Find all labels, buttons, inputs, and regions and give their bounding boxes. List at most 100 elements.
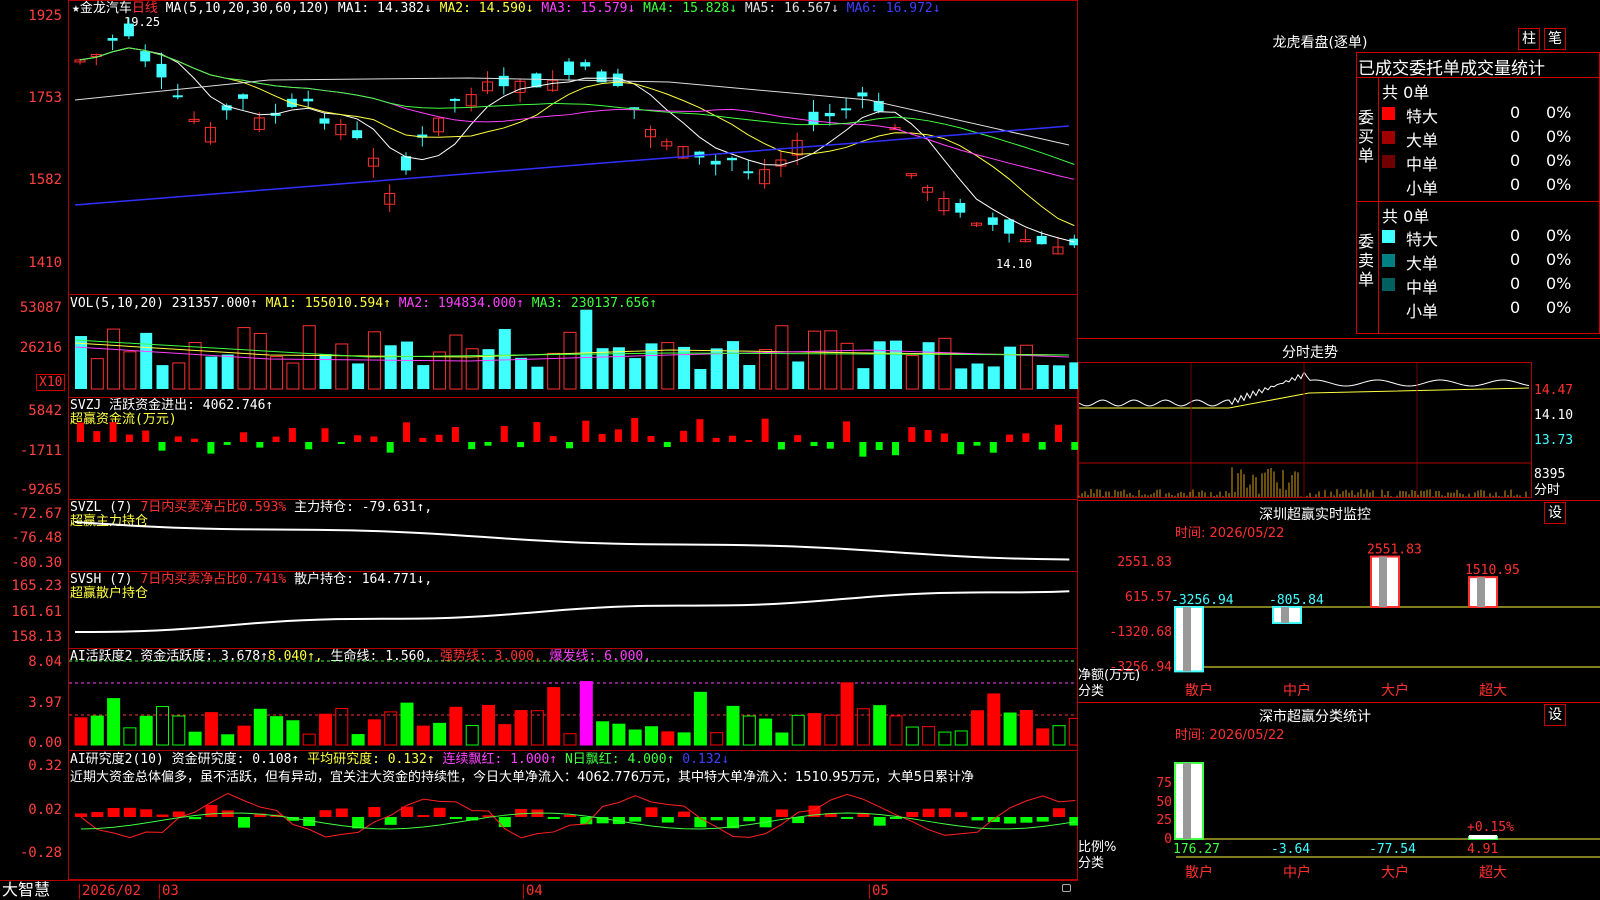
activity-bar — [237, 725, 251, 746]
flow-bar — [109, 422, 117, 442]
activity-bar — [726, 705, 740, 746]
research-bar — [873, 817, 886, 826]
activity-bar — [498, 724, 512, 746]
flow-bar — [321, 428, 329, 442]
buy-row-swatch — [1382, 131, 1395, 144]
intraday-tick: 13.73 — [1534, 433, 1574, 448]
class-y-tick: 25 — [1156, 813, 1172, 828]
x-tick: 03 — [159, 884, 179, 899]
flow-bar — [93, 431, 101, 442]
flow-bar — [826, 442, 834, 449]
sell-row-v: 0 — [1510, 298, 1521, 317]
sz-monitor-chart[interactable]: 2551.83615.57-1320.68-3256.94-3256.94散户-… — [1078, 540, 1600, 700]
activity-bar — [302, 733, 316, 746]
lock-icon[interactable] — [1062, 884, 1071, 892]
activity-bar — [286, 720, 300, 746]
volume-bar — [563, 331, 577, 390]
activity-bar — [367, 719, 381, 746]
flow-bar — [598, 433, 606, 442]
monitor-y-tick: -1320.68 — [1109, 625, 1172, 640]
volume-bar — [237, 327, 251, 390]
research-bar — [107, 807, 120, 817]
volume-bar — [971, 363, 984, 389]
ma6-line — [74, 125, 1070, 206]
volume-bar — [384, 345, 397, 389]
volume-bar — [824, 330, 838, 390]
volume-bar — [172, 362, 186, 390]
y-tick: -9265 — [19, 482, 62, 498]
volume-chart[interactable] — [69, 295, 1082, 397]
flow-bar — [207, 442, 215, 454]
candle-body — [303, 98, 314, 102]
volume-bar — [498, 329, 511, 389]
activity-bar — [612, 723, 626, 746]
activity-bar — [465, 725, 479, 746]
flow-bar — [403, 422, 410, 442]
research-bar — [449, 817, 462, 819]
activity-bar — [319, 713, 332, 746]
candlestick-chart[interactable] — [69, 0, 1080, 294]
activity-bar — [759, 718, 773, 746]
monitor-category: 大户 — [1381, 682, 1409, 699]
volume-bar — [759, 349, 773, 390]
sz-class-settings-button[interactable]: 设 — [1544, 704, 1566, 726]
main-hold-line — [74, 521, 1070, 561]
activity-bar — [449, 706, 463, 746]
flow-bar — [663, 442, 671, 447]
research-bar — [123, 807, 136, 817]
activity-bar — [482, 704, 495, 746]
candle-body — [1036, 235, 1047, 245]
flow-bar — [729, 435, 736, 442]
intraday-chart[interactable] — [1078, 363, 1531, 497]
sz-class-title: 深市超赢分类统计 — [1259, 709, 1371, 725]
research-bar — [987, 817, 1000, 823]
research-bar — [955, 812, 968, 817]
activity-bar — [204, 712, 218, 746]
flow-bar — [696, 419, 704, 442]
buy-row-p: 0% — [1546, 103, 1572, 122]
main-hold-chart[interactable] — [69, 500, 1077, 571]
sz-class-chart[interactable]: 75 50 25 0176.27 散户 -3.64 中户 -77.54 大户 4.91 超大 +0.1… — [1078, 745, 1600, 900]
candle-body — [824, 112, 835, 117]
y-tick: 0.00 — [28, 735, 62, 751]
volume-bar — [302, 325, 316, 390]
volume-bar — [743, 365, 756, 389]
ai-research-chart[interactable] — [69, 751, 1082, 879]
flow-bar — [810, 442, 818, 447]
activity-bar — [938, 731, 952, 746]
volume-bar — [857, 368, 870, 389]
activity-bar — [628, 729, 642, 746]
candle-body — [955, 202, 966, 213]
sell-row-p: 0% — [1546, 274, 1572, 293]
volume-bar — [140, 332, 153, 389]
research-bar — [319, 810, 332, 817]
bar-view-button[interactable]: 柱 — [1518, 28, 1540, 50]
ma3-line — [79, 47, 1075, 180]
y-tick: -72.67 — [11, 506, 62, 522]
y-tick: 0.02 — [28, 802, 62, 818]
dragon-tabs[interactable]: 已成交委托单成交量统计 — [1358, 54, 1598, 79]
activity-bar — [74, 717, 88, 746]
flow-bar — [989, 442, 997, 453]
sz-monitor-settings-button[interactable]: 设 — [1544, 502, 1566, 524]
activity-bar — [922, 726, 936, 746]
y-tick: 1410 — [28, 255, 62, 271]
activity-bar — [791, 714, 805, 746]
fund-flow-chart[interactable] — [69, 398, 1079, 499]
retail-hold-chart[interactable] — [69, 572, 1077, 648]
flow-bar — [908, 427, 916, 442]
sell-row-swatch — [1382, 254, 1395, 267]
intraday-unit[interactable]: 分时 — [1534, 483, 1560, 498]
candle-body — [352, 130, 363, 139]
ma5-line — [74, 77, 1070, 146]
flow-bar — [843, 421, 851, 442]
volume-bar — [107, 328, 121, 390]
tick-view-button[interactable]: 笔 — [1544, 28, 1566, 50]
intraday-title: 分时走势 — [1282, 345, 1338, 361]
sell-row-v: 0 — [1510, 274, 1521, 293]
y-tick: 0.32 — [28, 758, 62, 774]
flow-bar — [158, 442, 166, 451]
ai-activity-chart[interactable] — [69, 649, 1082, 750]
monitor-category: 超大 — [1479, 683, 1507, 699]
research-bar — [1036, 817, 1049, 822]
